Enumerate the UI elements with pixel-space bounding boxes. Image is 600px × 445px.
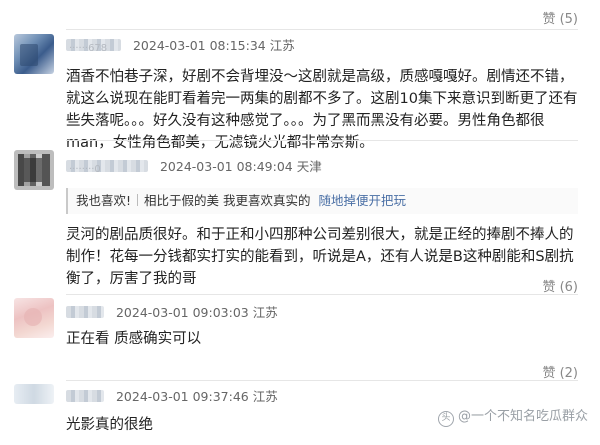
divider	[66, 29, 578, 30]
quote-text: 相比于假的美 我更喜欢真实的	[144, 193, 311, 208]
like-button[interactable]: 赞 (2)	[542, 362, 578, 381]
like-button[interactable]: 赞 (5)	[542, 8, 578, 27]
like-button[interactable]: 赞 (6)	[542, 276, 578, 295]
username[interactable]	[66, 306, 104, 318]
username[interactable]	[66, 390, 104, 402]
quote-link[interactable]: 随地掉便开把玩	[319, 193, 407, 208]
quote-user: 我也喜欢!	[76, 193, 132, 208]
avatar[interactable]	[14, 150, 54, 190]
timestamp: 2024-03-01 09:37:46	[115, 389, 249, 404]
quoted-reply: 我也喜欢! 相比于假的美 我更喜欢真实的 随地掉便开把玩	[66, 188, 578, 214]
timestamp: 2024-03-01 09:03:03	[115, 305, 249, 320]
location: 江苏	[252, 389, 278, 404]
divider	[66, 294, 578, 295]
comment-meta: ······678 2024-03-01 08:15:34 江苏	[66, 35, 295, 54]
timestamp: 2024-03-01 08:15:34	[132, 38, 266, 53]
divider	[66, 380, 578, 381]
avatar[interactable]	[14, 298, 54, 338]
comment-meta: 2024-03-01 09:03:03 江苏	[66, 302, 278, 321]
divider	[66, 140, 578, 141]
watermark-text: @一个不知名吃瓜群众	[457, 409, 588, 424]
timestamp: 2024-03-01 08:49:04	[159, 159, 293, 174]
location: 天津	[296, 159, 322, 174]
username[interactable]: ········0	[66, 160, 148, 175]
comment-text: 正在看 质感确实可以	[66, 331, 202, 347]
watermark-logo-icon: 头	[437, 411, 454, 427]
comment-meta: 2024-03-01 09:37:46 江苏	[66, 386, 278, 405]
watermark: 头 @一个不知名吃瓜群众	[437, 405, 588, 427]
comment-meta: ········0 2024-03-01 08:49:04 天津	[66, 156, 322, 175]
location: 江苏	[269, 38, 295, 53]
avatar[interactable]	[14, 384, 54, 404]
avatar[interactable]	[14, 34, 54, 74]
username[interactable]: ······678	[66, 39, 121, 54]
comment-text: 灵河的剧品质很好。和于正和小四那种公司差别很大，就是正经的捧剧不捧人的制作！花每…	[66, 227, 574, 287]
location: 江苏	[252, 305, 278, 320]
